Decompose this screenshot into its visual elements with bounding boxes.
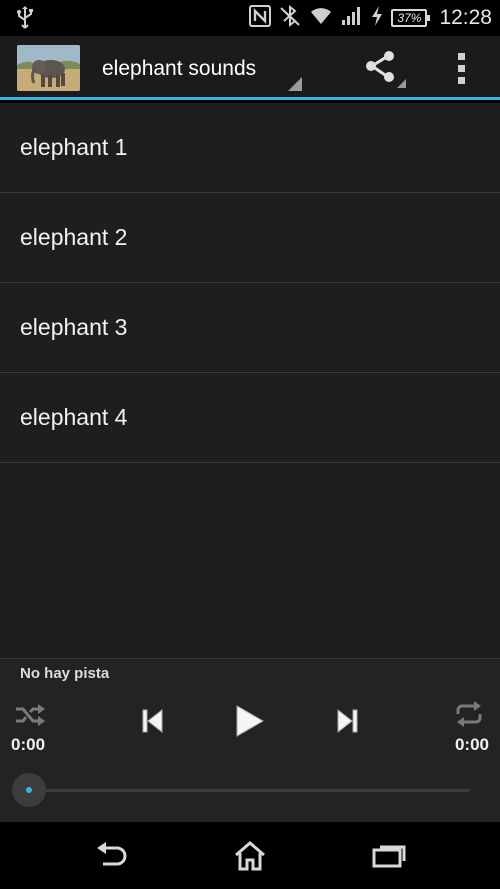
title-spinner[interactable]: elephant sounds: [102, 36, 302, 97]
battery-percent: 37%: [397, 11, 422, 25]
status-bar: 37% 12:28: [0, 0, 500, 36]
nfc-icon: [249, 4, 272, 32]
list-item[interactable]: elephant 2: [0, 193, 500, 283]
list-item-label: elephant 2: [20, 224, 128, 250]
battery-icon: 37%: [391, 9, 431, 27]
list-item[interactable]: elephant 1: [0, 103, 500, 193]
list-item-label: elephant 1: [20, 134, 128, 160]
track-name: No hay pista: [20, 665, 110, 682]
elapsed-time: 0:00: [11, 735, 46, 754]
list-item-label: elephant 3: [20, 314, 128, 340]
app-logo[interactable]: [17, 45, 80, 91]
list-item[interactable]: elephant 3: [0, 283, 500, 373]
bluetooth-icon: [279, 4, 301, 32]
list-item[interactable]: elephant 4: [0, 373, 500, 463]
status-clock: 12:28: [439, 6, 492, 29]
overflow-dot: [457, 64, 465, 72]
seek-bar[interactable]: [30, 789, 470, 792]
charging-icon: [371, 5, 383, 31]
overflow-menu-icon: [457, 52, 465, 60]
app-title: elephant sounds: [102, 57, 257, 80]
previous-icon[interactable]: [140, 707, 166, 740]
usb-icon: [16, 6, 34, 35]
list-item-label: elephant 4: [20, 404, 128, 430]
home-icon[interactable]: [225, 836, 275, 876]
overflow-menu-button[interactable]: [446, 48, 476, 88]
next-icon[interactable]: [334, 707, 360, 740]
total-time: 0:00: [454, 735, 489, 754]
seek-thumb[interactable]: [12, 773, 46, 807]
recent-apps-icon[interactable]: [364, 836, 414, 876]
spinner-indicator-icon: [288, 77, 302, 91]
action-bar: elephant sounds: [0, 36, 500, 100]
back-icon[interactable]: [86, 836, 136, 876]
sound-list: elephant 1 elephant 2 elephant 3 elephan…: [0, 103, 500, 658]
play-icon[interactable]: [234, 704, 266, 743]
signal-icon: [341, 6, 363, 31]
navigation-bar: [0, 822, 500, 889]
share-button[interactable]: [360, 48, 406, 88]
share-dropdown-indicator-icon: [397, 79, 406, 88]
media-player: No hay pista 0:00 0:00: [0, 658, 500, 822]
overflow-dot: [457, 76, 465, 84]
wifi-icon: [309, 6, 333, 31]
repeat-icon[interactable]: [454, 701, 484, 732]
shuffle-icon[interactable]: [14, 703, 46, 732]
